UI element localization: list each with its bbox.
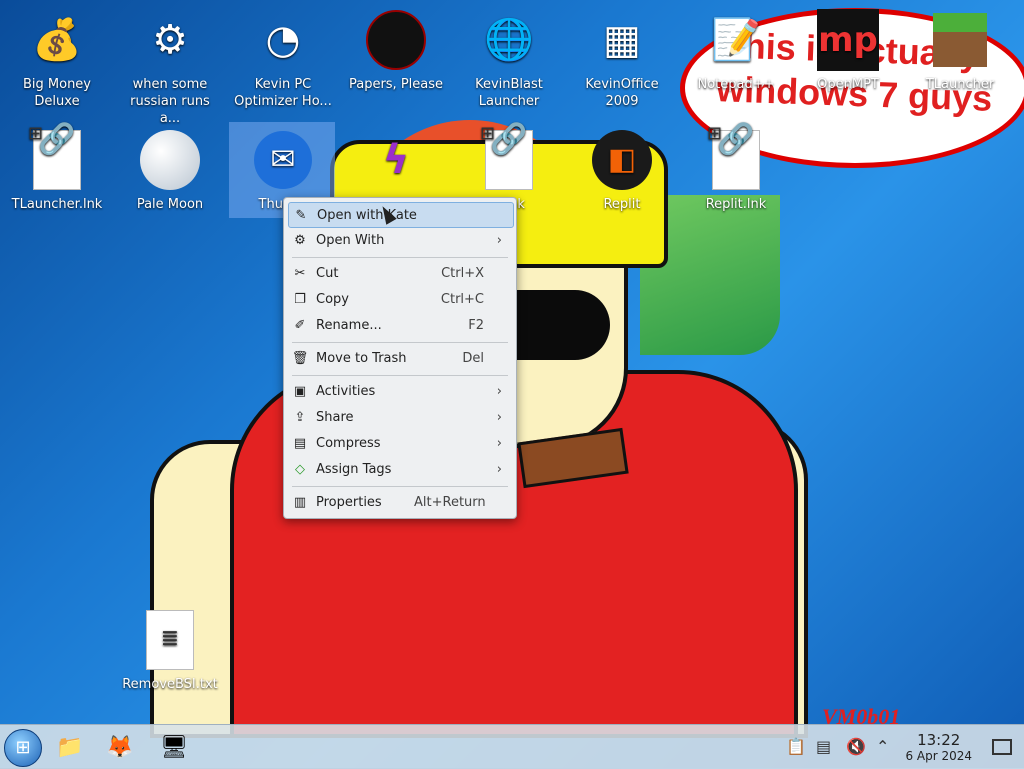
app-icon: ϟ (382, 136, 410, 183)
notepad-icon: 📝 (711, 16, 761, 63)
kate-icon: ✎ (295, 207, 307, 223)
desktop-icon-kevinoffice[interactable]: ▦ KevinOffice 2009 (570, 8, 674, 110)
desktop-icon-label: TLauncher (925, 77, 995, 92)
desktop-icon-label: when some russian runs a... (130, 77, 210, 126)
chevron-up-icon[interactable]: ⌃ (876, 737, 889, 756)
desktop-icon-label: Replit (603, 197, 641, 212)
chevron-right-icon: › (496, 435, 502, 451)
desktop-icon-tlauncher-lnk[interactable]: ⊞ 🔗 TLauncher.lnk (5, 125, 109, 213)
clock-time: 13:22 (917, 731, 961, 749)
taskbar-system-settings[interactable]: 🖥 (158, 731, 190, 763)
desktop-icon-pale-moon[interactable]: Pale Moon (118, 128, 222, 213)
menu-item-move-to-trash[interactable]: 🗑 Move to Trash Del (288, 346, 512, 370)
copy-icon: ❐ (294, 291, 306, 307)
replit-icon: ◧ (590, 128, 654, 192)
desktop-icon-label: TLauncher.lnk (11, 197, 103, 212)
windows-flag-icon: ⊞ (707, 123, 723, 144)
desktop-icon-russian[interactable]: ⚙ when some russian runs a... (118, 8, 222, 127)
menu-item-copy[interactable]: ❐ Copy Ctrl+C (288, 287, 512, 311)
chevron-right-icon: › (496, 461, 502, 477)
open-with-icon: ⚙ (294, 232, 306, 248)
menu-item-assign-tags[interactable]: ◇ Assign Tags › (288, 457, 512, 481)
desktop-icon-kevin-pc-optimizer[interactable]: ◔ Kevin PC Optimizer Ho... (231, 8, 335, 110)
volume-muted-icon[interactable]: 🔇 (846, 737, 866, 756)
desktop-icon-label: Big Money Deluxe (22, 77, 91, 109)
windows-flag-icon: ⊞ (480, 123, 496, 144)
desktop-icon-notepadpp[interactable]: 📝 Notepad++ (684, 8, 788, 93)
desktop-icon-papers-please[interactable]: Papers, Please (344, 8, 448, 93)
compress-icon: ▤ (293, 435, 307, 451)
desktop-icon-replit-lnk[interactable]: ⊞ 🔗 Replit.lnk (684, 125, 788, 213)
openmpt-icon: mp (816, 8, 880, 72)
menu-item-compress[interactable]: ▤ Compress › (288, 431, 512, 455)
tag-icon: ◇ (295, 461, 305, 477)
menu-item-share[interactable]: ⇪ Share › (288, 405, 512, 429)
menu-item-open-with-kate[interactable]: ✎ Open with Kate (288, 202, 514, 228)
desktop-icon-label: Notepad++ (697, 77, 775, 92)
desktop-icon-label: Papers, Please (348, 77, 444, 92)
gear-icon: ⚙ (152, 16, 188, 63)
desktop-icon-label: RemoveBSI.txt (122, 677, 218, 692)
shortcut-icon: ⊞ 🔗 (28, 125, 81, 190)
desktop-icon-label: Kevin PC Optimizer Ho... (234, 77, 332, 109)
menu-item-rename[interactable]: ✐ Rename... F2 (288, 313, 512, 337)
menu-separator (292, 257, 508, 258)
taskbar: ⊞ 📁 🦊 🖥 📋 ▤ 🔇 ⌃ 13:22 6 Apr 2024 (0, 724, 1024, 769)
file-manager-icon: 📁 (56, 734, 84, 760)
menu-item-activities[interactable]: ▣ Activities › (288, 379, 512, 403)
context-menu: ✎ Open with Kate ⚙ Open With › ✂ Cut Ctr… (283, 197, 517, 519)
shortcut-icon: ⊞ 🔗 (707, 125, 760, 190)
shortcut-icon: ⊞ 🔗 (480, 125, 533, 190)
desktop-icon-replit[interactable]: ◧ Replit (570, 128, 674, 213)
menu-separator (292, 486, 508, 487)
desktop-icon-kevinblast[interactable]: 🌐 KevinBlast Launcher (457, 8, 561, 110)
taskbar-firefox[interactable]: 🦊 (104, 731, 136, 763)
notes-icon[interactable]: ▤ (816, 737, 831, 756)
windows-flag-icon: ⊞ (28, 123, 44, 144)
desktop-icon-label: Pale Moon (136, 197, 204, 212)
clock-date: 6 Apr 2024 (905, 749, 972, 763)
start-button[interactable]: ⊞ (4, 729, 42, 767)
start-icon: ⊞ (15, 737, 31, 758)
system-settings-icon: 🖥 (160, 734, 188, 760)
thunderbird-icon: ✉ (251, 128, 315, 192)
menu-separator (292, 375, 508, 376)
share-icon: ⇪ (294, 409, 306, 425)
properties-icon: ▥ (293, 494, 307, 510)
clipboard-icon[interactable]: 📋 (786, 737, 806, 756)
activities-icon: ▣ (293, 383, 307, 399)
trash-icon: 🗑 (291, 350, 309, 366)
desktop-icon-label: Replit.lnk (705, 197, 767, 212)
scissors-icon: ✂ (294, 265, 306, 281)
desktop-icon-label: KevinBlast Launcher (475, 77, 543, 109)
globe-icon: 🌐 (484, 16, 534, 63)
desktop-icon-openmpt[interactable]: mp OpenMPT (796, 8, 900, 93)
text-file-icon: ≣ (146, 610, 194, 670)
clock[interactable]: 13:22 6 Apr 2024 (905, 731, 972, 763)
chevron-right-icon: › (496, 383, 502, 399)
grass-block-icon (928, 8, 992, 72)
show-desktop-icon (992, 739, 1012, 755)
gauge-icon: ◔ (265, 16, 301, 63)
desktop-icon-label: KevinOffice 2009 (585, 77, 659, 109)
chevron-right-icon: › (496, 232, 502, 248)
show-desktop-button[interactable] (986, 731, 1018, 763)
firefox-icon: 🦊 (106, 734, 134, 760)
moon-icon (138, 128, 202, 192)
desktop-icon-app[interactable]: ϟ (344, 128, 448, 196)
money-bag-icon: 💰 (32, 16, 82, 63)
desktop-icon-label: OpenMPT (817, 77, 879, 92)
taskbar-file-manager[interactable]: 📁 (54, 731, 86, 763)
menu-item-cut[interactable]: ✂ Cut Ctrl+X (288, 261, 512, 285)
chevron-right-icon: › (496, 409, 502, 425)
desktop-icon-tlauncher[interactable]: TLauncher (908, 8, 1012, 93)
menu-separator (292, 342, 508, 343)
menu-item-properties[interactable]: ▥ Properties Alt+Return (288, 490, 512, 514)
menu-item-open-with[interactable]: ⚙ Open With › (288, 228, 512, 252)
office-icon: ▦ (603, 16, 641, 63)
desktop-icon-removebsi[interactable]: ≣ RemoveBSI.txt (118, 608, 222, 693)
desktop-icon-big-money[interactable]: 💰 Big Money Deluxe (5, 8, 109, 110)
rename-icon: ✐ (294, 317, 306, 333)
papers-please-icon (364, 8, 428, 72)
